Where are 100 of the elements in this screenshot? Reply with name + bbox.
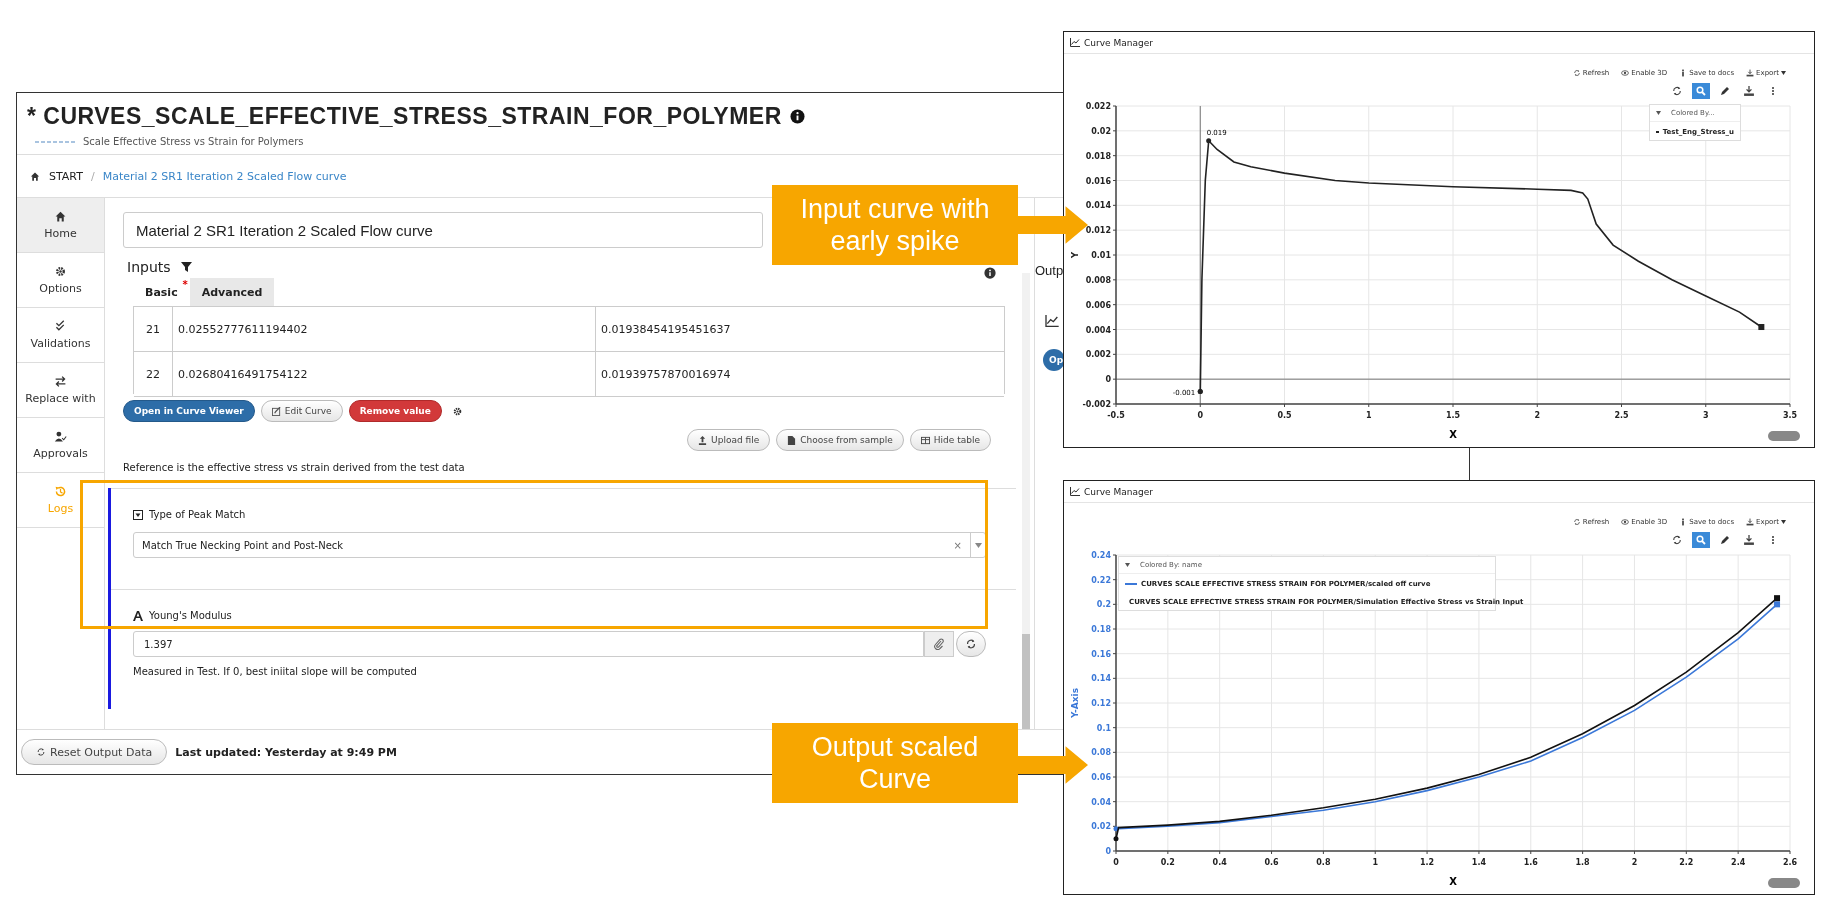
breadcrumb-separator: /	[90, 169, 95, 183]
x-tick-label: 1.8	[1575, 858, 1590, 867]
sidebar-item[interactable]: Replace with	[17, 363, 104, 418]
y-tick-label: 0.16	[1091, 649, 1111, 659]
search-button[interactable]	[1692, 532, 1710, 548]
x-tick-label: 3.5	[1782, 411, 1798, 420]
toggle-badge[interactable]	[1768, 431, 1800, 441]
window-title: Curve Manager	[1084, 37, 1153, 48]
callout-label: Output scaled Curve	[772, 723, 1018, 803]
refresh-icon	[965, 638, 977, 650]
refresh-button[interactable]	[956, 631, 986, 657]
edit-icon	[271, 406, 281, 416]
tab[interactable]: Advanced	[189, 278, 275, 306]
y-tick-label: 0.2	[1096, 600, 1111, 610]
y-axis-title: Y-Axis	[1070, 687, 1080, 719]
x-tick-label: 0.5	[1277, 411, 1292, 420]
caret-icon	[1781, 520, 1786, 524]
y-tick-label: 0.18	[1091, 625, 1111, 634]
refresh-icon	[1572, 69, 1581, 77]
caret-icon[interactable]	[1125, 563, 1130, 567]
x-tick-label: 0.4	[1212, 858, 1227, 867]
x-tick-label: 2.5	[1614, 411, 1629, 420]
x-tick-label: 1	[1365, 411, 1372, 420]
sidebar-item[interactable]: Validations	[17, 308, 104, 363]
y-tick-label: 0.004	[1085, 325, 1111, 335]
y-tick-label: 0.016	[1085, 176, 1111, 186]
x-tick-label: 0	[1197, 411, 1204, 420]
action-button[interactable]: Op	[1043, 349, 1065, 371]
y-tick-label: 0.22	[1091, 575, 1111, 585]
y-tick-label: 0.006	[1085, 300, 1111, 310]
end-marker	[1758, 324, 1765, 330]
section-heading: Inputs	[127, 259, 171, 275]
name-field[interactable]: Material 2 SR1 Iteration 2 Scaled Flow curve	[123, 212, 763, 248]
file-button[interactable]: Hide table	[909, 429, 991, 451]
eye-icon	[1621, 518, 1630, 526]
caret-icon	[974, 542, 982, 548]
text-type-icon	[133, 610, 143, 621]
dropdown-field[interactable]: Match True Necking Point and Post-Neck ×	[133, 532, 986, 558]
sidebar-item[interactable]: Home	[17, 198, 104, 253]
action-button[interactable]: Remove value	[348, 400, 442, 422]
x-axis-title: X	[1449, 876, 1457, 887]
upload-icon	[698, 435, 708, 445]
table-cell: 22	[134, 352, 173, 396]
sidebar-item[interactable]: Approvals	[17, 418, 104, 473]
input-field[interactable]: 1.397	[133, 631, 924, 657]
x-tick-label: 0	[1113, 858, 1119, 867]
x-tick-label: 1.4	[1471, 858, 1486, 867]
file-button[interactable]: Upload file	[687, 429, 771, 451]
status-text: Last updated: Yesterday at 9:49 PM	[175, 745, 397, 759]
y-tick-label: 0.002	[1085, 350, 1111, 360]
x-tick-label: 1.5	[1445, 411, 1461, 420]
window-title: Curve Manager	[1084, 486, 1153, 497]
tab[interactable]: Basic *	[133, 278, 190, 306]
settings-icon[interactable]	[451, 405, 463, 417]
refresh-icon	[1572, 518, 1581, 526]
x-tick-label: 2.6	[1782, 858, 1798, 867]
sidebar-item[interactable]: Options	[17, 253, 104, 308]
info-icon[interactable]	[789, 109, 805, 124]
action-button[interactable]: Open in Curve Viewer	[123, 400, 255, 422]
breadcrumb-link[interactable]: Material 2 SR1 Iteration 2 Scaled Flow curve	[102, 169, 347, 183]
line-chart-icon	[1070, 38, 1080, 47]
field-label: Young's Modulus	[149, 610, 232, 621]
page-title: * CURVES_SCALE_EFFECTIVE_STRESS_STRAIN_FOR_POLYMER	[27, 103, 782, 130]
y-tick-label: 0.04	[1091, 797, 1111, 807]
y-tick-label: 0.14	[1091, 674, 1111, 684]
filter-icon[interactable]	[180, 262, 192, 272]
toggle-badge[interactable]	[1768, 878, 1800, 888]
x-tick-label: 3	[1702, 411, 1709, 420]
y-tick-label: 0.1	[1096, 723, 1111, 733]
breadcrumb-link[interactable]: START	[49, 169, 83, 183]
section-heading: Outp	[1035, 263, 1064, 278]
file-button[interactable]: Choose from sample	[776, 429, 904, 451]
home-icon[interactable]	[29, 170, 41, 182]
y-tick-label: -0.002	[1082, 400, 1111, 409]
scrollbar-thumb[interactable]	[1022, 634, 1030, 729]
y-tick-label: 0	[1105, 847, 1111, 856]
attach-button[interactable]	[924, 631, 954, 657]
search-button[interactable]	[1692, 83, 1710, 99]
x-tick-label: 0.2	[1160, 858, 1175, 867]
y-tick-label: 0.08	[1091, 748, 1111, 758]
refresh-icon	[36, 747, 46, 757]
caret-icon[interactable]	[1656, 111, 1661, 115]
x-tick-label: 2.2	[1679, 858, 1694, 867]
point-marker	[1206, 138, 1212, 144]
point-marker	[1197, 389, 1203, 395]
file-icon	[787, 435, 797, 445]
y-tick-label: 0.01	[1091, 251, 1111, 260]
x-tick-label: 0.6	[1264, 858, 1279, 867]
paperclip-icon	[933, 638, 945, 650]
reset-button[interactable]: Reset Output Data	[21, 739, 168, 765]
action-button[interactable]: Edit Curve	[260, 400, 343, 422]
caret-icon	[1781, 71, 1786, 75]
description-text: Reference is the effective stress vs strain derived from the test data	[123, 462, 466, 475]
y-tick-label: 0.02	[1091, 126, 1111, 136]
line-chart-icon[interactable]	[1045, 315, 1059, 327]
swap-arrows-icon	[54, 375, 67, 388]
page-subtitle: Scale Effective Stress vs Strain for Polymers	[83, 136, 304, 147]
x-tick-label: 2.4	[1731, 858, 1746, 867]
table-cell: 21	[134, 307, 173, 351]
help-icon[interactable]	[984, 267, 996, 279]
